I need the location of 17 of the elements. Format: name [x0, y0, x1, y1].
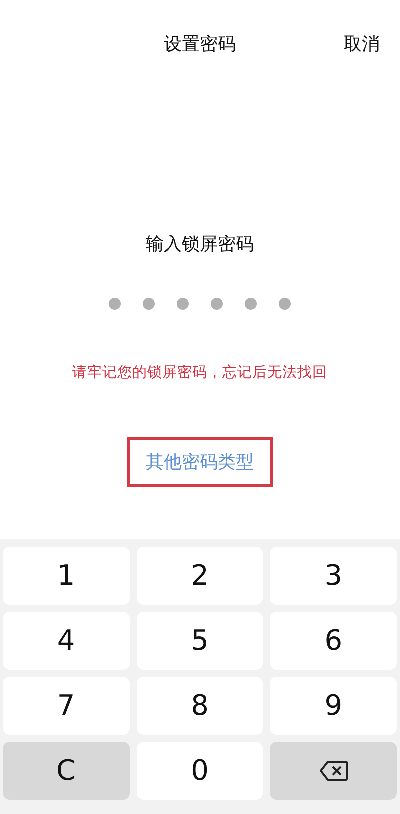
page-title: 设置密码: [164, 33, 236, 57]
backspace-key[interactable]: [270, 742, 397, 800]
digit-key[interactable]: 8: [136, 677, 264, 735]
digit-key[interactable]: 0: [136, 742, 264, 800]
cancel-button[interactable]: 取消: [344, 32, 380, 58]
digit-key[interactable]: 1: [3, 547, 130, 605]
backspace-icon: [318, 760, 349, 782]
warning-text: 请牢记您的锁屏密码，忘记后无法找回: [72, 364, 328, 383]
prompt-text: 输入锁屏密码: [146, 233, 254, 257]
digit-key[interactable]: 2: [136, 547, 264, 605]
digit-key[interactable]: 5: [136, 612, 264, 670]
digit-key[interactable]: 9: [270, 677, 397, 735]
digit-key[interactable]: 7: [3, 677, 130, 735]
clear-key[interactable]: C: [3, 742, 130, 800]
digit-key[interactable]: 6: [270, 612, 397, 670]
digit-key[interactable]: 3: [270, 547, 397, 605]
digit-key[interactable]: 4: [3, 612, 130, 670]
